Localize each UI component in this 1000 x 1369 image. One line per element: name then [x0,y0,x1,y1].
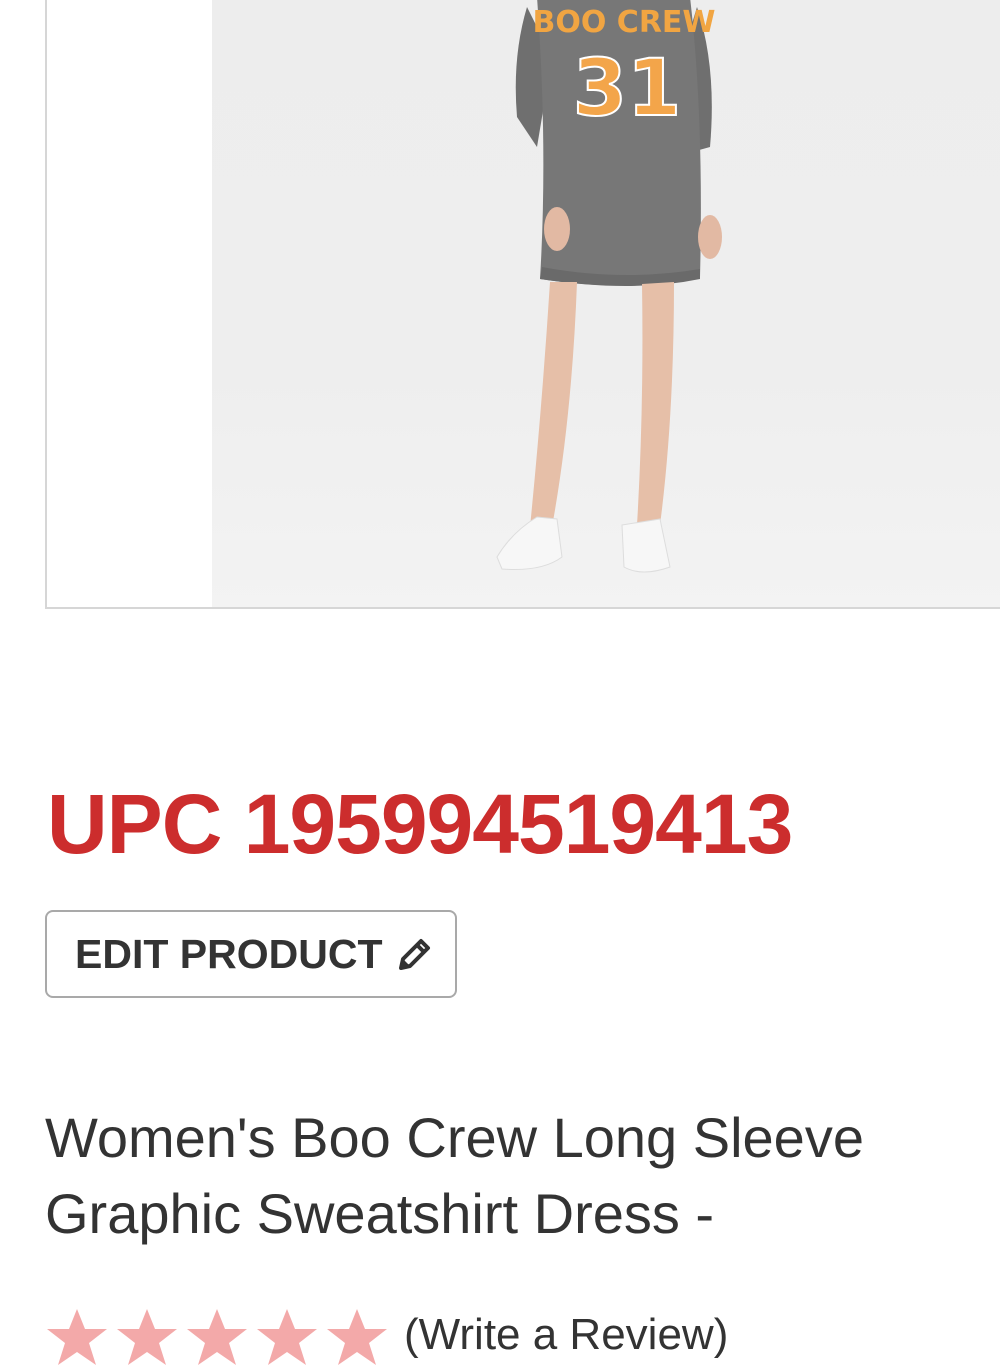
write-review-link[interactable]: (Write a Review) [404,1310,728,1360]
star-icon [257,1309,317,1365]
star-icon [327,1309,387,1365]
star-icon [117,1309,177,1365]
star-icon [47,1309,107,1365]
edit-product-button[interactable]: EDIT PRODUCT [45,910,457,998]
upc-code: UPC 195994519413 [47,777,793,871]
star-icon [187,1309,247,1365]
print-text: BOO CREW [532,5,715,40]
edit-product-label: EDIT PRODUCT [75,930,383,977]
print-number: 31 [573,44,682,134]
product-image-frame[interactable]: BOO CREW 31 [45,0,1000,609]
model-illustration: BOO CREW 31 [496,0,722,573]
product-photo[interactable]: BOO CREW 31 [212,0,1000,607]
pencil-icon [395,934,435,974]
product-title: Women's Boo Crew Long Sleeve Graphic Swe… [45,1106,864,1245]
rating-stars[interactable] [45,1305,389,1369]
